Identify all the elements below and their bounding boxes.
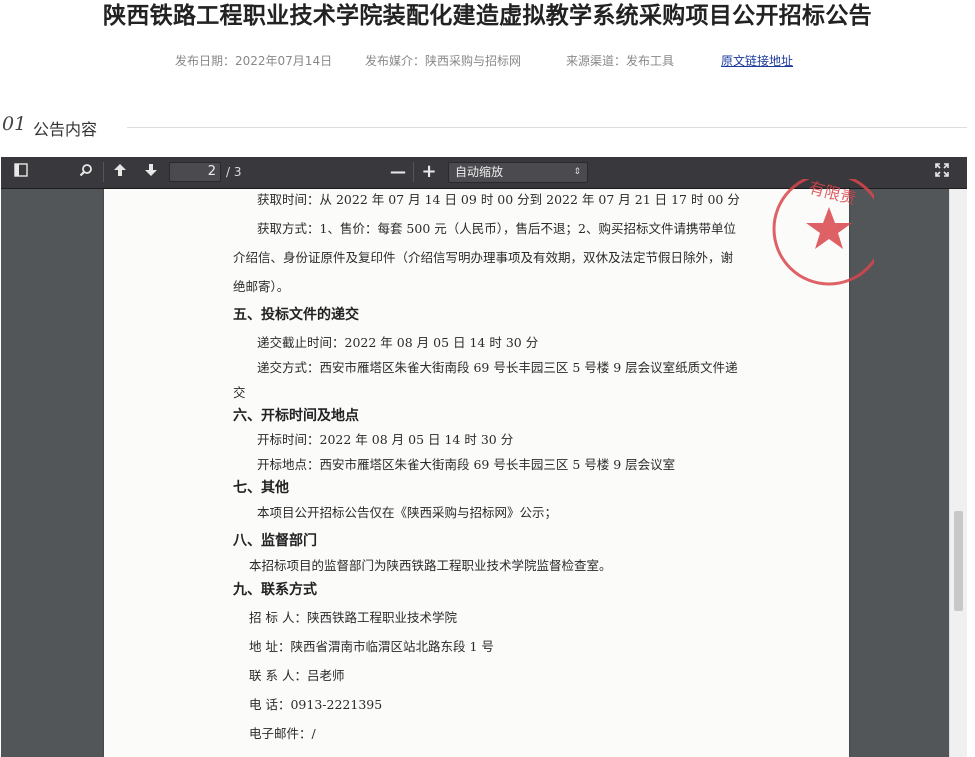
doc-line: 电 话：0913-2221395 — [249, 697, 383, 712]
sidebar-toggle-icon[interactable] — [10, 162, 32, 182]
doc-heading: 九、联系方式 — [233, 582, 317, 598]
toolbar-separator — [103, 162, 104, 182]
doc-line: 招 标 人：陕西铁路工程职业技术学院 — [249, 610, 457, 625]
source-channel: 来源渠道：发布工具 — [566, 54, 675, 68]
pdf-page: 有限责 获取时间：从 2022 年 07 月 14 日 09 时 00 分到 2… — [104, 179, 874, 757]
page-title: 陕西铁路工程职业技术学院装配化建造虚拟教学系统采购项目公开招标公告 — [103, 3, 872, 29]
doc-heading: 五、投标文件的递交 — [233, 307, 359, 323]
previous-page-icon[interactable] — [109, 162, 131, 182]
doc-line: 地 址：陕西省渭南市临渭区站北路东段 1 号 — [249, 639, 494, 654]
zoom-in-icon[interactable]: + — [418, 162, 440, 182]
fullscreen-icon[interactable] — [931, 162, 953, 182]
section-number: 01 — [2, 113, 27, 135]
red-seal-stamp: 有限责 — [772, 179, 874, 286]
doc-line: 递交截止时间：2022 年 08 月 05 日 14 时 30 分 — [257, 335, 539, 350]
next-page-icon[interactable] — [140, 162, 162, 182]
section-label: 公告内容 — [33, 120, 98, 139]
doc-line: 绝邮寄）。 — [233, 279, 290, 294]
stamp-text: 有限责 — [807, 179, 858, 209]
doc-line: 交 — [233, 385, 246, 400]
doc-line: 本项目公开招标公告仅在《陕西采购与招标网》公示； — [257, 505, 558, 520]
toolbar-separator — [413, 162, 414, 182]
doc-line: 介绍信、身份证原件及复印件（介绍信写明办理事项及有效期，双休及法定节假日除外，谢 — [233, 250, 734, 265]
doc-line: 递交方式：西安市雁塔区朱雀大街南段 69 号长丰园三区 5 号楼 9 层会议室纸… — [257, 360, 738, 375]
scrollbar[interactable] — [949, 189, 967, 757]
chevron-updown-icon: ⇕ — [573, 167, 581, 177]
section-divider — [127, 127, 967, 128]
doc-line: 本招标项目的监督部门为陕西铁路工程职业技术学院监督检查室。 — [249, 558, 612, 573]
zoom-select[interactable]: 自动缩放 ⇕ — [448, 162, 588, 183]
page-total: / 3 — [226, 165, 242, 179]
doc-line: 电子邮件：/ — [249, 726, 316, 741]
doc-line: 联 系 人：吕老师 — [249, 668, 345, 683]
source-link[interactable]: 原文链接地址 — [721, 52, 793, 69]
doc-heading: 七、其他 — [233, 480, 289, 496]
search-icon[interactable] — [75, 162, 97, 182]
page-number-input[interactable]: 2 — [169, 162, 221, 182]
zoom-out-icon[interactable]: — — [387, 162, 409, 182]
publish-date: 发布日期：2022年07月14日 — [175, 54, 333, 68]
doc-line: 获取时间：从 2022 年 07 月 14 日 09 时 00 分到 2022 … — [257, 192, 740, 207]
doc-line: 获取方式：1、售价：每套 500 元（人民币），售后不退；2、购买招标文件请携带… — [257, 221, 736, 236]
zoom-select-value: 自动缩放 — [455, 165, 504, 179]
doc-line: 开标时间：2022 年 08 月 05 日 14 时 30 分 — [257, 432, 514, 447]
scrollbar-thumb[interactable] — [954, 511, 963, 611]
publish-media: 发布媒介：陕西采购与招标网 — [365, 54, 522, 68]
pdf-viewer: 2 / 3 — + 自动缩放 ⇕ 有限责 获取时间：从 2022 年 07 月 … — [1, 157, 967, 757]
doc-heading: 八、监督部门 — [233, 533, 317, 549]
doc-heading: 六、开标时间及地点 — [233, 408, 359, 424]
doc-line: 开标地点：西安市雁塔区朱雀大街南段 69 号长丰园三区 5 号楼 9 层会议室 — [257, 457, 676, 472]
